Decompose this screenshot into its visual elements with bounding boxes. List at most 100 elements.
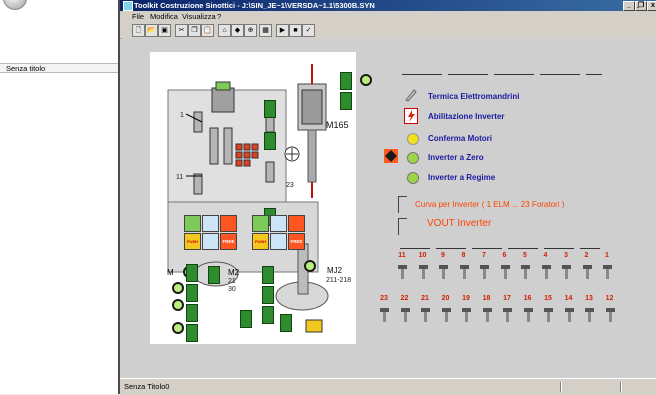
status-ring[interactable] <box>360 74 372 86</box>
diamond-icon[interactable] <box>288 215 305 232</box>
run-icon[interactable]: ▶ <box>276 24 289 37</box>
pin-connector-icon[interactable] <box>562 265 571 279</box>
tool-a-icon[interactable]: ⌂ <box>218 24 231 37</box>
check-icon[interactable]: ✓ <box>302 24 315 37</box>
pin-number: 21 <box>421 295 429 302</box>
separator-line <box>400 248 600 249</box>
pin-connector-icon[interactable] <box>541 265 551 279</box>
title-bar[interactable]: Toolkit Costruzione Sinottici - J:\SIN_J… <box>120 0 656 11</box>
pin-connector-icon[interactable] <box>564 308 574 322</box>
grid-icon[interactable]: ▦ <box>259 24 272 37</box>
pin-connector-icon[interactable] <box>418 265 428 279</box>
pin-connector-icon[interactable] <box>441 308 451 322</box>
curve-label: Curva per Inverter ( 1 ELM ... 23 Forato… <box>415 200 565 209</box>
pin-connector-icon[interactable] <box>582 265 592 279</box>
status-ring[interactable] <box>304 260 316 272</box>
arrow-down-icon[interactable] <box>262 306 274 324</box>
grid-tile-icon[interactable] <box>252 215 269 232</box>
pin-number: 11 <box>398 252 406 259</box>
label-m: M <box>167 268 174 277</box>
menu-help[interactable]: ? <box>217 11 221 23</box>
synoptic-canvas: 1 11 23 M165 MJ2 211-218 M M2 21 30 PUSH… <box>150 52 372 344</box>
pin-connector-icon[interactable] <box>482 308 492 322</box>
status-ring[interactable] <box>172 322 184 334</box>
label-m2-sub1: 21 <box>228 278 236 285</box>
lock-icon[interactable] <box>270 233 287 250</box>
diamond-icon[interactable] <box>220 215 237 232</box>
legend-termica: Termica Elettromandrini <box>428 92 520 101</box>
lock-icon[interactable] <box>202 215 219 232</box>
legend-conferma: Conferma Motori <box>428 134 492 143</box>
arrow-down-icon[interactable] <box>186 284 198 302</box>
legend-inverter-zero: Inverter a Zero <box>428 153 484 162</box>
pin-number: 12 <box>605 295 614 302</box>
pin-connector-icon[interactable] <box>462 308 471 322</box>
copy-icon[interactable]: ❐ <box>188 24 201 37</box>
free-button[interactable]: FREE <box>220 233 237 250</box>
label-mj2-range: 211-218 <box>326 277 352 284</box>
label-m2: M2 <box>228 268 240 277</box>
pin-number: 23 <box>380 295 388 302</box>
arrow-down-icon[interactable] <box>186 304 198 322</box>
push-button[interactable]: PUSH <box>252 233 269 250</box>
status-ring[interactable] <box>172 299 184 311</box>
menu-file[interactable]: File <box>132 11 144 23</box>
pin-connector-icon[interactable] <box>459 265 469 279</box>
arrow-up-icon[interactable] <box>264 100 276 118</box>
arrow-down-icon[interactable] <box>340 92 352 110</box>
pin-connector-icon[interactable] <box>380 308 389 322</box>
pin-connector-icon[interactable] <box>398 265 407 279</box>
pin-number: 7 <box>482 252 486 259</box>
save-icon[interactable]: ▣ <box>158 24 171 37</box>
pin-connector-icon[interactable] <box>480 265 489 279</box>
pin-number: 17 <box>503 295 511 302</box>
pin-connector-icon[interactable] <box>523 308 533 322</box>
arrow-up-icon[interactable] <box>186 264 198 282</box>
pin-connector-icon[interactable] <box>585 308 594 322</box>
menu-visualizza[interactable]: Visualizza <box>182 11 216 23</box>
pin-connector-icon[interactable] <box>544 308 553 322</box>
arrow-down-icon[interactable] <box>208 266 220 284</box>
pin-number: 15 <box>544 295 552 302</box>
free-button[interactable]: FREE <box>288 233 305 250</box>
grid-tile-icon[interactable] <box>184 215 201 232</box>
pin-connector-icon[interactable] <box>603 265 612 279</box>
arrow-down-icon[interactable] <box>280 314 292 332</box>
inverter-enable-icon <box>404 108 418 124</box>
push-button[interactable]: PUSH <box>184 233 201 250</box>
pin-number: 18 <box>482 295 491 302</box>
pin-connector-icon[interactable] <box>605 308 615 322</box>
stop-icon[interactable]: ■ <box>289 24 302 37</box>
restore-button[interactable]: ̱❒ <box>635 1 647 11</box>
tool-c-icon[interactable]: ⊕ <box>244 24 257 37</box>
close-button[interactable]: x <box>647 1 656 11</box>
background-window-title: Senza titolo <box>0 63 126 73</box>
label-mj2: MJ2 <box>327 266 343 275</box>
status-ring[interactable] <box>172 282 184 294</box>
pin-connector-icon[interactable] <box>521 265 530 279</box>
lock-icon[interactable] <box>270 215 287 232</box>
arrow-down-icon[interactable] <box>186 324 198 342</box>
paste-icon[interactable]: 📋 <box>201 24 214 37</box>
arrow-up-icon[interactable] <box>340 72 352 90</box>
pin-number: 3 <box>564 252 568 259</box>
label-m2-sub2: 30 <box>228 286 236 293</box>
arrow-up-icon[interactable] <box>240 310 252 328</box>
pin-connector-icon[interactable] <box>500 265 510 279</box>
selector-diamond-icon[interactable] <box>384 149 398 163</box>
pin-connector-icon[interactable] <box>503 308 512 322</box>
arrow-down-icon[interactable] <box>262 286 274 304</box>
pin-connector-icon[interactable] <box>400 308 410 322</box>
pin-connector-icon[interactable] <box>421 308 430 322</box>
menu-modifica[interactable]: Modifica <box>150 11 178 23</box>
open-icon[interactable]: 📂 <box>145 24 158 37</box>
new-icon[interactable]: 🗋 <box>132 24 145 37</box>
minimize-button[interactable]: _ <box>623 1 635 11</box>
lock-icon[interactable] <box>202 233 219 250</box>
pin-number: 4 <box>543 252 548 259</box>
arrow-down-icon[interactable] <box>264 132 276 150</box>
tool-b-icon[interactable]: ◆ <box>231 24 244 37</box>
cut-icon[interactable]: ✂ <box>175 24 188 37</box>
arrow-up-icon[interactable] <box>262 266 274 284</box>
pin-connector-icon[interactable] <box>439 265 448 279</box>
